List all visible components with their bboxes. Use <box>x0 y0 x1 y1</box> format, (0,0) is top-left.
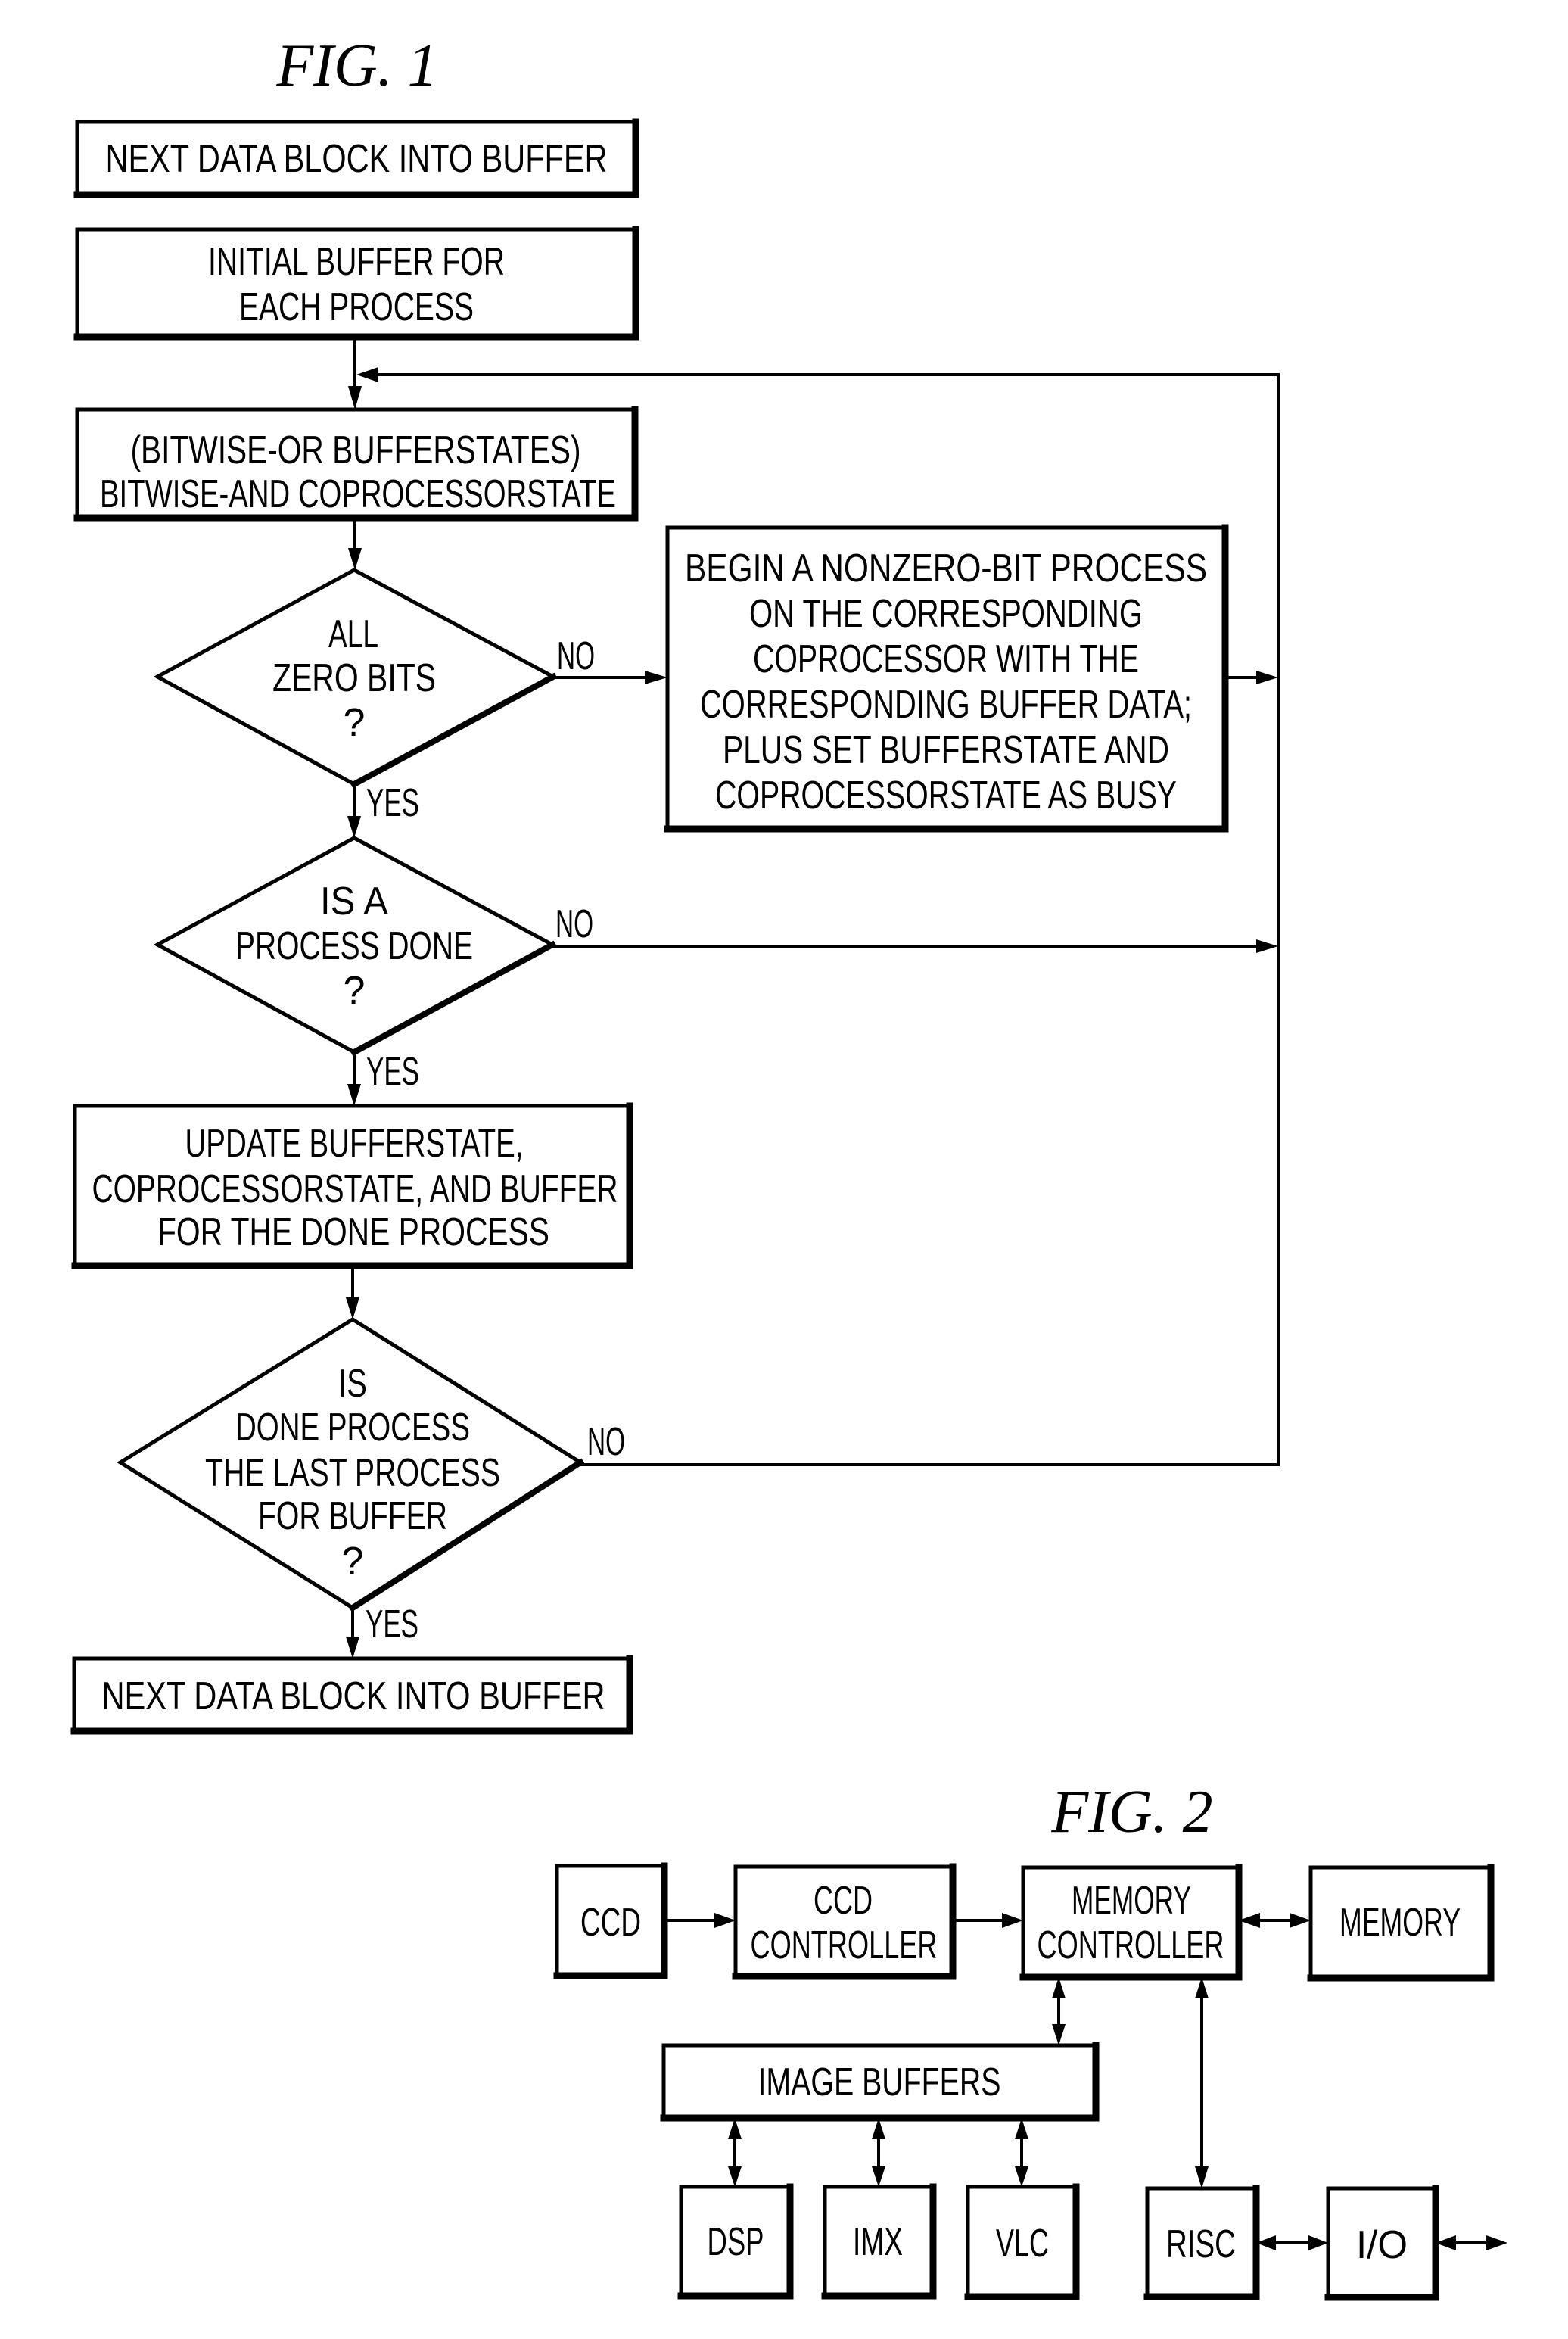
fig2-risc-block: RISC <box>1143 2185 1260 2300</box>
arrowhead-down-icon <box>348 548 362 570</box>
io-label: I/O <box>1356 2223 1408 2267</box>
fig2-vlc-block: VLC <box>964 2183 1080 2300</box>
arrowhead-left-icon <box>356 367 378 382</box>
memory-label: MEMORY <box>1339 1901 1461 1945</box>
arrowhead-down-icon <box>346 1297 359 1319</box>
fig2-ccd-block: CCD <box>553 1862 668 1979</box>
fig2-memory-controller-block: MEMORY CONTROLLER <box>1019 1864 1243 1981</box>
fig1-flowchart: FIG. 1 NEXT DATA BLOCK INTO BUFFER INITI… <box>70 33 1280 1735</box>
fig1-init-box-line-1: INITIAL BUFFER FOR <box>208 240 505 284</box>
arrowhead-right-icon <box>714 1913 736 1928</box>
fig1-bitwise-box-line-2: BITWISE-AND COPROCESSORSTATE <box>100 472 616 516</box>
decision-last-process-line-5: ? <box>342 1540 364 1584</box>
arrowhead-right-icon <box>1256 671 1278 684</box>
begin-process-line-3: COPROCESSOR WITH THE <box>753 637 1139 681</box>
ccd-controller-line-1: CCD <box>814 1879 873 1923</box>
decision-process-done-line-2: PROCESS DONE <box>235 924 473 968</box>
patent-drawing-sheet: FIG. 1 NEXT DATA BLOCK INTO BUFFER INITI… <box>70 33 1507 2301</box>
begin-process-line-6: COPROCESSORSTATE AS BUSY <box>715 774 1177 818</box>
vlc-label: VLC <box>996 2222 1049 2266</box>
fig1-init-box-line-2: EACH PROCESS <box>239 285 474 329</box>
fig1-decision-process-done: IS A PROCESS DONE ? <box>153 836 557 1057</box>
fig1-end-box: NEXT DATA BLOCK INTO BUFFER <box>70 1655 633 1735</box>
begin-process-line-5: PLUS SET BUFFERSTATE AND <box>723 728 1169 772</box>
arrowhead-down-icon <box>728 2166 742 2187</box>
fig2-dsp-block: DSP <box>677 2183 794 2300</box>
image-buffers-label: IMAGE BUFFERS <box>758 2060 1001 2104</box>
ccd-label: CCD <box>580 1901 641 1945</box>
arrowhead-right-icon <box>1290 1913 1311 1928</box>
arrowhead-down-icon <box>347 816 361 838</box>
decision-zero-bits-line-1: ALL <box>328 612 378 656</box>
begin-process-line-2: ON THE CORRESPONDING <box>749 592 1143 636</box>
connector-image-buffers-imx <box>872 2118 885 2187</box>
yes-label: YES <box>366 1602 418 1646</box>
yes-label: YES <box>366 781 419 825</box>
decision-last-process-line-1: IS <box>338 1362 367 1406</box>
arrowhead-down-icon <box>1015 2166 1028 2187</box>
fig2-memory-block: MEMORY <box>1307 1864 1495 1982</box>
ccd-controller-line-2: CONTROLLER <box>751 1923 938 1967</box>
fig1-decision-last-process: IS DONE PROCESS THE LAST PROCESS FOR BUF… <box>117 1317 585 1612</box>
arrowhead-down-icon <box>872 2166 885 2187</box>
decision-zero-bits-line-2: ZERO BITS <box>272 656 436 700</box>
arrowhead-right-icon <box>1002 1913 1023 1928</box>
arrowhead-right-icon <box>1486 2235 1507 2250</box>
fig1-bitwise-box-line-1: (BITWISE-OR BUFFERSTATES) <box>131 428 581 472</box>
fig1-decision-zero-bits: ALL ZERO BITS ? <box>153 568 558 789</box>
arrowhead-right-icon <box>1308 2235 1328 2250</box>
decision-zero-bits-line-3: ? <box>344 701 366 745</box>
memory-controller-line-1: MEMORY <box>1072 1879 1191 1923</box>
connector-image-buffers-vlc <box>1015 2118 1028 2187</box>
yes-label: YES <box>366 1050 419 1094</box>
fig1-end-box-label: NEXT DATA BLOCK INTO BUFFER <box>102 1674 605 1718</box>
update-box-line-1: UPDATE BUFFERSTATE, <box>185 1122 524 1166</box>
arrowhead-right-icon <box>645 671 667 684</box>
arrowhead-down-icon <box>347 1084 361 1106</box>
arrowhead-down-icon <box>348 386 362 410</box>
fig1-begin-process-box: BEGIN A NONZERO-BIT PROCESS ON THE CORRE… <box>664 524 1229 833</box>
fig1-init-box: INITIAL BUFFER FOR EACH PROCESS <box>73 226 639 341</box>
fig1-bitwise-box: (BITWISE-OR BUFFERSTATES) BITWISE-AND CO… <box>73 406 639 522</box>
fig2-io-block: I/O <box>1324 2185 1439 2301</box>
fig2-ccd-controller-block: CCD CONTROLLER <box>732 1863 957 1980</box>
decision-last-process-line-2: DONE PROCESS <box>235 1406 470 1450</box>
fig1-start-box: NEXT DATA BLOCK INTO BUFFER <box>73 118 639 198</box>
no-label: NO <box>557 634 595 678</box>
no-label: NO <box>555 902 593 946</box>
memory-controller-line-2: CONTROLLER <box>1038 1923 1224 1967</box>
decision-last-process-line-4: FOR BUFFER <box>258 1494 447 1538</box>
arrowhead-down-icon <box>346 1637 359 1658</box>
fig2-block-diagram: FIG. 2 CCD CCD CONTROLLER MEMORY CONTROL… <box>553 1779 1507 2301</box>
dsp-label: DSP <box>708 2220 764 2264</box>
decision-last-process-line-3: THE LAST PROCESS <box>205 1451 500 1495</box>
arrowhead-right-icon <box>1256 939 1278 953</box>
fig1-title: FIG. 1 <box>275 33 437 99</box>
fig1-start-box-label: NEXT DATA BLOCK INTO BUFFER <box>106 137 608 181</box>
connector-image-buffers-dsp <box>728 2118 742 2187</box>
fig1-update-box: UPDATE BUFFERSTATE, COPROCESSORSTATE, AN… <box>71 1102 633 1269</box>
decision-process-done-line-3: ? <box>344 969 366 1013</box>
fig2-image-buffers-block: IMAGE BUFFERS <box>660 2042 1100 2122</box>
risc-label: RISC <box>1166 2222 1236 2266</box>
no-label: NO <box>587 1420 625 1464</box>
begin-process-line-4: CORRESPONDING BUFFER DATA; <box>700 683 1192 727</box>
arrowhead-down-icon <box>1052 2024 1066 2045</box>
decision-process-done-line-1: IS A <box>320 880 388 923</box>
update-box-line-2: COPROCESSORSTATE, AND BUFFER <box>92 1167 618 1211</box>
update-box-line-3: FOR THE DONE PROCESS <box>157 1210 549 1254</box>
fig2-imx-block: IMX <box>821 2183 937 2300</box>
begin-process-line-1: BEGIN A NONZERO-BIT PROCESS <box>685 547 1207 590</box>
imx-label: IMX <box>853 2220 903 2264</box>
fig2-title: FIG. 2 <box>1050 1779 1212 1845</box>
arrowhead-down-icon <box>1195 2166 1209 2188</box>
